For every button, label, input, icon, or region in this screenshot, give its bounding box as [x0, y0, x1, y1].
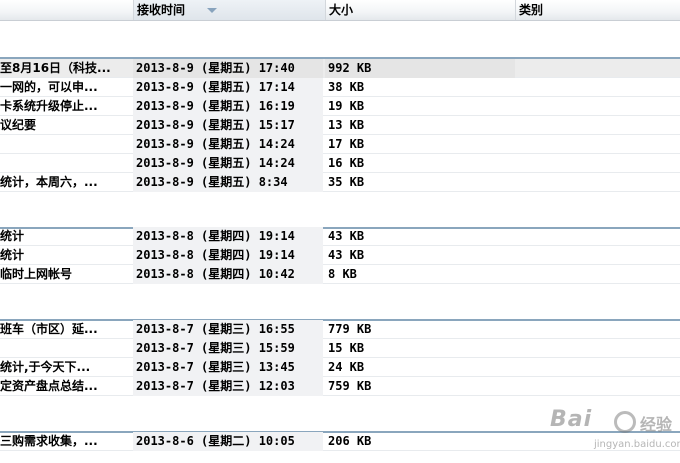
- message-row[interactable]: 统计，本周六，... 2013-8-9 (星期五) 8:34 35 KB: [0, 173, 680, 192]
- message-subject: 卡系统升级停止...: [0, 99, 98, 113]
- column-header-received-time[interactable]: 接收时间: [133, 0, 325, 20]
- message-size: 992 KB: [325, 59, 515, 78]
- column-header-bar: 接收时间 大小 类别: [0, 0, 680, 21]
- message-received-time: 2013-8-9 (星期五) 17:40: [133, 59, 323, 78]
- sort-descending-icon: [207, 8, 217, 13]
- message-row[interactable]: 定资产盘点总结... 2013-8-7 (星期三) 12:03 759 KB: [0, 377, 680, 396]
- message-subject: [0, 135, 130, 154]
- message-received-time: 2013-8-8 (星期四) 10:42: [133, 265, 323, 284]
- column-header-size-label: 大小: [329, 3, 354, 17]
- message-received-time: 2013-8-9 (星期五) 17:14: [133, 78, 323, 97]
- message-received-time: 2013-8-9 (星期五) 14:24: [133, 154, 323, 173]
- message-size: 206 KB: [328, 434, 372, 448]
- column-header-category[interactable]: 类别: [515, 0, 680, 20]
- message-received-time: 2013-8-9 (星期五) 14:24: [133, 135, 323, 154]
- column-header-size[interactable]: 大小: [325, 0, 515, 20]
- message-row[interactable]: 班车（市区）延... 2013-8-7 (星期三) 16:55 779 KB: [0, 320, 680, 339]
- message-row[interactable]: 统计 2013-8-8 (星期四) 19:14 43 KB: [0, 246, 680, 265]
- message-size: 16 KB: [328, 156, 365, 170]
- message-subject: 三购需求收集，...: [0, 434, 98, 448]
- message-subject: 班车（市区）延...: [0, 322, 98, 336]
- message-received-time: 2013-8-7 (星期三) 15:59: [133, 339, 323, 358]
- column-header-category-label: 类别: [519, 3, 544, 17]
- message-row[interactable]: 一网的，可以申... 2013-8-9 (星期五) 17:14 38 KB: [0, 78, 680, 97]
- message-received-time: 2013-8-7 (星期三) 12:03: [133, 377, 323, 396]
- message-subject: 临时上网帐号: [0, 267, 73, 281]
- message-received-time: 2013-8-7 (星期三) 13:45: [133, 358, 323, 377]
- message-size: 15 KB: [328, 341, 365, 355]
- watermark-url: jingyan.baidu.com: [594, 439, 680, 450]
- message-row[interactable]: 统计,于今天下... 2013-8-7 (星期三) 13:45 24 KB: [0, 358, 680, 377]
- message-received-time: 2013-8-9 (星期五) 8:34: [133, 173, 323, 192]
- watermark-brand-cn: 经验: [640, 415, 673, 434]
- message-received-time: 2013-8-8 (星期四) 19:14: [133, 246, 323, 265]
- message-row[interactable]: 统计 2013-8-8 (星期四) 19:14 43 KB: [0, 227, 680, 246]
- message-received-time: 2013-8-9 (星期五) 15:17: [133, 116, 323, 135]
- message-subject: 一网的，可以申...: [0, 80, 98, 94]
- message-size: 43 KB: [328, 248, 365, 262]
- message-row[interactable]: 2013-8-9 (星期五) 14:24 17 KB: [0, 135, 680, 154]
- message-subject: [0, 154, 130, 173]
- message-subject: 统计: [0, 229, 25, 243]
- message-received-time: 2013-8-8 (星期四) 19:14: [133, 227, 323, 246]
- column-header-subject[interactable]: [0, 0, 133, 20]
- message-size: 19 KB: [328, 99, 365, 113]
- message-subject: [0, 339, 130, 358]
- message-row[interactable]: 议纪要 2013-8-9 (星期五) 15:17 13 KB: [0, 116, 680, 135]
- message-row[interactable]: 卡系统升级停止... 2013-8-9 (星期五) 16:19 19 KB: [0, 97, 680, 116]
- message-subject: 定资产盘点总结...: [0, 379, 98, 393]
- message-row[interactable]: 2013-8-7 (星期三) 15:59 15 KB: [0, 339, 680, 358]
- message-size: 43 KB: [328, 229, 365, 243]
- message-received-time: 2013-8-9 (星期五) 16:19: [133, 97, 323, 116]
- message-size: 24 KB: [328, 360, 365, 374]
- message-row[interactable]: 2013-8-9 (星期五) 14:24 16 KB: [0, 154, 680, 173]
- message-size: 35 KB: [328, 175, 365, 189]
- message-size: 779 KB: [328, 322, 372, 336]
- message-row[interactable]: 至8月16日（科技... 2013-8-9 (星期五) 17:40 992 KB: [0, 59, 680, 78]
- message-received-time: 2013-8-6 (星期二) 10:05: [133, 432, 323, 451]
- message-size: 759 KB: [328, 379, 372, 393]
- paw-icon: [614, 411, 636, 433]
- message-size: 8 KB: [328, 267, 357, 281]
- watermark-brand: Bai: [550, 407, 593, 432]
- baidu-jingyan-watermark: Bai 经验 jingyan.baidu.com: [550, 407, 680, 457]
- message-subject: 议纪要: [0, 118, 37, 132]
- message-row[interactable]: 临时上网帐号 2013-8-8 (星期四) 10:42 8 KB: [0, 265, 680, 284]
- message-size: 17 KB: [328, 137, 365, 151]
- message-subject: 统计: [0, 248, 25, 262]
- message-subject: 统计，本周六，...: [0, 175, 98, 189]
- message-received-time: 2013-8-7 (星期三) 16:55: [133, 320, 323, 339]
- message-subject: 统计,于今天下...: [0, 360, 91, 374]
- message-size: 13 KB: [328, 118, 365, 132]
- column-header-received-time-label: 接收时间: [137, 3, 186, 17]
- message-subject: 至8月16日（科技...: [0, 61, 111, 75]
- message-size: 38 KB: [328, 80, 365, 94]
